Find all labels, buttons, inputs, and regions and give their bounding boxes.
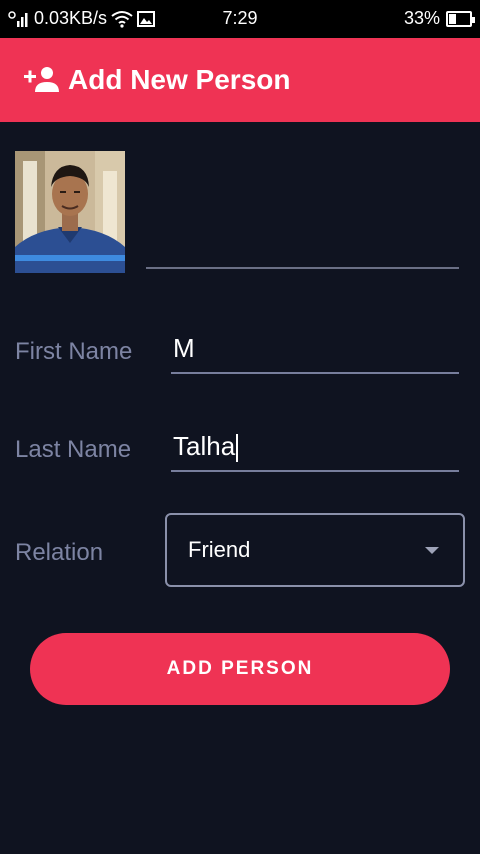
first-name-label: First Name [15,338,133,365]
profile-photo [15,151,125,273]
avatar-caption-underline [146,267,459,269]
dropdown-arrow-icon [425,547,439,554]
avatar[interactable] [15,151,125,273]
app-bar: Add New Person [0,38,480,122]
battery-icon [446,10,475,27]
page-title: Add New Person [68,64,291,95]
person-add-icon [24,67,59,92]
text-cursor [236,434,239,463]
add-person-button[interactable]: ADD PERSON [30,633,450,705]
last-name-value: Talha [173,431,236,461]
relation-dropdown[interactable]: Friend [165,513,465,587]
battery-percent: 33% [403,8,440,28]
last-name-label: Last Name [15,436,132,463]
relation-label: Relation [15,539,104,566]
status-right: 33% [403,8,475,29]
battery-fill [449,13,456,24]
first-name-field[interactable]: M [171,330,459,374]
last-name-field[interactable]: Talha [171,428,459,472]
status-bar: 0.03KB/s 7:29 33% [0,0,480,38]
relation-value: Friend [188,537,251,562]
first-name-value: M [173,333,195,363]
